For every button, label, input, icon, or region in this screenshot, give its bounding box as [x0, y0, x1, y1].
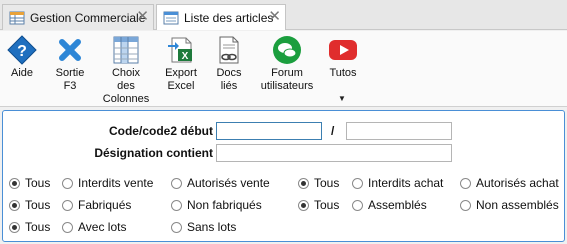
forum-chat-icon [273, 36, 301, 64]
tab-label: Liste des articles [184, 10, 274, 25]
achat-filter-interdits-radio[interactable]: Interdits achat [352, 176, 443, 190]
linked-docs-icon [219, 36, 239, 64]
achat-filter-autorises-radio[interactable]: Autorisés achat [460, 176, 559, 190]
exit-x-icon [59, 39, 81, 61]
export-excel-button[interactable]: X Export Excel [164, 35, 198, 93]
radio-dot [9, 221, 20, 233]
fabrication-filter-tous-radio[interactable]: Tous [9, 198, 50, 212]
close-icon[interactable]: ✕ [136, 9, 149, 25]
radio-dot [62, 199, 73, 211]
radio-dot [9, 199, 20, 211]
youtube-play-icon [329, 40, 357, 60]
filter-panel: Code/code2 début / Désignation contient … [2, 110, 565, 242]
columns-icon [113, 36, 139, 64]
docs-lies-button[interactable]: Docs liés [214, 35, 244, 93]
list-window-icon [163, 10, 179, 26]
svg-text:X: X [182, 51, 189, 62]
excel-export-icon: X [168, 37, 192, 63]
radio-dot [171, 177, 182, 189]
designation-input[interactable] [216, 144, 452, 162]
tutos-button[interactable]: Tutos [326, 35, 360, 80]
aide-button[interactable]: ? Aide [6, 35, 38, 80]
code-debut-input[interactable] [216, 122, 322, 140]
tab-gestion-commerciale[interactable]: Gestion Commerciale ✕ [2, 4, 154, 30]
radio-dot [298, 199, 309, 211]
lots-filter-tous-radio[interactable]: Tous [9, 220, 50, 234]
code-label: Code/code2 début [108, 124, 213, 138]
radio-dot [460, 177, 471, 189]
designation-label: Désignation contient [94, 146, 213, 160]
assemblage-filter-assembles-radio[interactable]: Assemblés [352, 198, 427, 212]
close-icon[interactable]: ✕ [268, 9, 281, 25]
svg-text:?: ? [17, 43, 27, 60]
radio-dot [298, 177, 309, 189]
vente-filter-interdits-radio[interactable]: Interdits vente [62, 176, 153, 190]
code2-debut-input[interactable] [346, 122, 452, 140]
vente-filter-tous-radio[interactable]: Tous [9, 176, 50, 190]
radio-dot [62, 177, 73, 189]
tab-label: Gestion Commerciale [30, 10, 146, 25]
lots-filter-avec-lots-radio[interactable]: Avec lots [62, 220, 126, 234]
fabrication-filter-fabriques-radio[interactable]: Fabriqués [62, 198, 131, 212]
vente-filter-autorises-radio[interactable]: Autorisés vente [171, 176, 270, 190]
choix-colonnes-button[interactable]: Choix des Colonnes [103, 35, 149, 106]
achat-filter-tous-radio[interactable]: Tous [298, 176, 339, 190]
radio-dot [62, 221, 73, 233]
code-separator: / [331, 124, 335, 138]
sortie-button[interactable]: Sortie F3 [54, 35, 86, 93]
radio-dot [171, 221, 182, 233]
radio-dot [352, 199, 363, 211]
toolbar-ribbon: ? Aide Sortie F3 Choix des Colonnes X Ex… [0, 31, 567, 107]
help-diamond-icon: ? [7, 35, 37, 65]
tab-bar: Gestion Commerciale ✕ Liste des articles… [0, 0, 567, 30]
radio-dot [9, 177, 20, 189]
assemblage-filter-non-assembles-radio[interactable]: Non assemblés [460, 198, 559, 212]
grid-icon [9, 10, 25, 26]
radio-dot [171, 199, 182, 211]
radio-dot [460, 199, 471, 211]
assemblage-filter-tous-radio[interactable]: Tous [298, 198, 339, 212]
tab-liste-des-articles[interactable]: Liste des articles ✕ [156, 4, 286, 30]
radio-dot [352, 177, 363, 189]
forum-utilisateurs-button[interactable]: Forum utilisateurs [261, 35, 313, 93]
ribbon-more-arrow[interactable]: ▼ [338, 94, 346, 103]
fabrication-filter-non-fabriques-radio[interactable]: Non fabriqués [171, 198, 262, 212]
lots-filter-sans-lots-radio[interactable]: Sans lots [171, 220, 236, 234]
